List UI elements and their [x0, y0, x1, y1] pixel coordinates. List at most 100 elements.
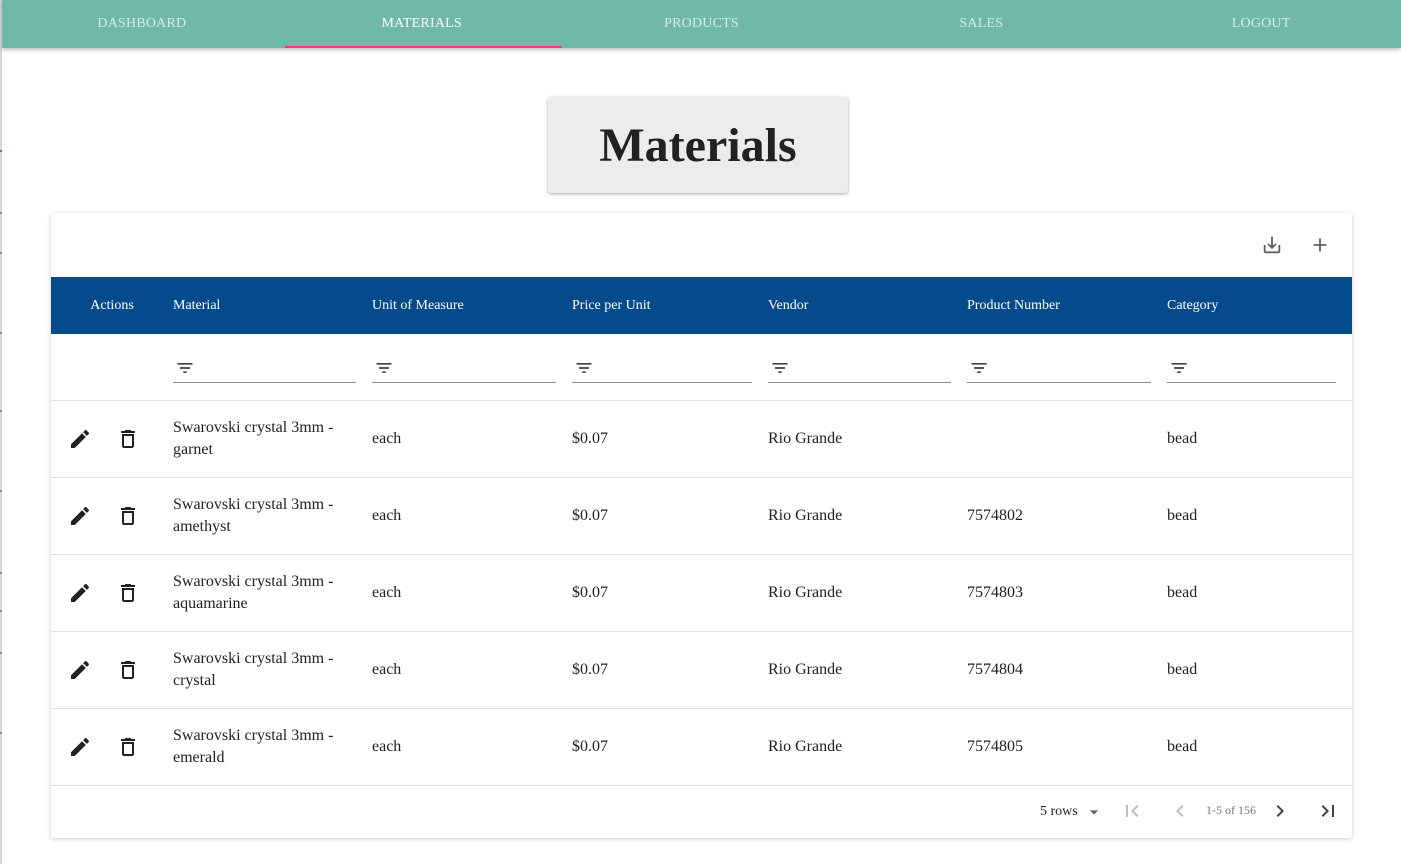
delete-button[interactable] — [115, 734, 141, 760]
materials-table-card: Actions Material Unit of Measure Price p… — [51, 213, 1352, 838]
table-pagination: 5 rows 1-5 of 156 — [51, 784, 1352, 838]
edit-button[interactable] — [67, 503, 93, 529]
materials-table: Actions Material Unit of Measure Price p… — [51, 277, 1352, 786]
filter-category-input[interactable] — [1195, 356, 1336, 382]
delete-button[interactable] — [115, 657, 141, 683]
top-nav: DASHBOARD MATERIALS PRODUCTS SALES LOGOU… — [2, 0, 1401, 48]
filter-material[interactable] — [173, 356, 356, 383]
add-icon — [1313, 238, 1327, 252]
cell-product-number: 7574803 — [967, 583, 1023, 601]
cell-product-number: 7574805 — [967, 737, 1023, 755]
pencil-icon — [71, 660, 90, 679]
tab-logout[interactable]: LOGOUT — [1121, 0, 1401, 48]
filter-product-number[interactable] — [967, 356, 1151, 383]
cell-vendor: Rio Grande — [768, 737, 843, 755]
edit-button[interactable] — [67, 657, 93, 683]
column-header-category[interactable]: Category — [1167, 277, 1352, 334]
edit-button[interactable] — [67, 426, 93, 452]
filter-price[interactable] — [572, 356, 752, 383]
cell-vendor: Rio Grande — [768, 506, 843, 524]
filter-row — [51, 334, 1352, 400]
filter-material-input[interactable] — [201, 356, 356, 382]
tab-products[interactable]: PRODUCTS — [562, 0, 842, 48]
cell-category: bead — [1167, 737, 1198, 755]
column-header-material[interactable]: Material — [173, 277, 372, 334]
filter-icon — [376, 363, 392, 373]
cell-category: bead — [1167, 660, 1198, 678]
tab-sales[interactable]: SALES — [841, 0, 1121, 48]
filter-price-input[interactable] — [600, 356, 752, 382]
trash-icon — [121, 737, 135, 756]
filter-product-number-input[interactable] — [995, 356, 1151, 382]
cell-material: Swarovski crystal 3mm - emerald — [173, 726, 334, 766]
table-row: Swarovski crystal 3mm - aquamarine each … — [51, 554, 1352, 631]
cell-price: $0.07 — [572, 737, 608, 755]
cell-unit: each — [372, 660, 402, 678]
cell-vendor: Rio Grande — [768, 660, 843, 678]
rows-per-page-select[interactable]: 5 rows — [1040, 800, 1104, 824]
filter-unit[interactable] — [372, 356, 556, 383]
dropdown-arrow-icon — [1089, 810, 1098, 815]
add-material-button[interactable] — [1304, 229, 1336, 261]
filter-vendor[interactable] — [768, 356, 951, 383]
cell-product-number — [967, 400, 1167, 477]
tab-dashboard[interactable]: DASHBOARD — [2, 0, 282, 48]
cell-price: $0.07 — [572, 429, 608, 447]
cell-material: Swarovski crystal 3mm - garnet — [173, 418, 334, 458]
pencil-icon — [71, 737, 90, 756]
last-page-button[interactable] — [1314, 797, 1342, 825]
next-page-button[interactable] — [1266, 797, 1294, 825]
filter-icon — [772, 363, 788, 373]
previous-page-button[interactable] — [1166, 797, 1194, 825]
cell-unit: each — [372, 583, 402, 601]
cell-unit: each — [372, 506, 402, 524]
cell-category: bead — [1167, 506, 1198, 524]
left-window-edge — [0, 0, 2, 864]
cell-category: bead — [1167, 583, 1198, 601]
first-page-icon — [1126, 805, 1139, 817]
table-row: Swarovski crystal 3mm - amethyst each $0… — [51, 477, 1352, 554]
cell-product-number: 7574804 — [967, 660, 1023, 678]
delete-button[interactable] — [115, 580, 141, 606]
filter-icon — [576, 363, 592, 373]
column-header-vendor[interactable]: Vendor — [768, 277, 967, 334]
filter-icon — [971, 363, 987, 373]
cell-unit: each — [372, 429, 402, 447]
page-title: Materials — [599, 118, 797, 172]
filter-unit-input[interactable] — [400, 356, 556, 382]
cell-vendor: Rio Grande — [768, 429, 843, 447]
pencil-icon — [71, 583, 90, 602]
edit-button[interactable] — [67, 580, 93, 606]
column-header-product-number[interactable]: Product Number — [967, 277, 1167, 334]
chevron-right-icon — [1276, 805, 1284, 817]
table-row: Swarovski crystal 3mm - garnet each $0.0… — [51, 400, 1352, 477]
trash-icon — [121, 583, 135, 602]
rows-per-page-value: 5 rows — [1040, 804, 1078, 819]
table-toolbar — [51, 213, 1352, 277]
filter-vendor-input[interactable] — [796, 356, 951, 382]
export-button[interactable] — [1256, 229, 1288, 261]
cell-material: Swarovski crystal 3mm - crystal — [173, 649, 334, 689]
edit-button[interactable] — [67, 734, 93, 760]
tab-materials[interactable]: MATERIALS — [282, 0, 562, 48]
column-header-price[interactable]: Price per Unit — [572, 277, 768, 334]
delete-button[interactable] — [115, 503, 141, 529]
page-info: 1-5 of 156 — [1206, 803, 1256, 817]
filter-category[interactable] — [1167, 356, 1336, 383]
first-page-button[interactable] — [1118, 797, 1146, 825]
cell-material: Swarovski crystal 3mm - amethyst — [173, 495, 334, 535]
page-title-box: Materials — [548, 97, 848, 193]
cell-category: bead — [1167, 429, 1198, 447]
column-header-actions: Actions — [90, 297, 134, 313]
cell-price: $0.07 — [572, 506, 608, 524]
table-header-row: Actions Material Unit of Measure Price p… — [51, 277, 1352, 334]
delete-button[interactable] — [115, 426, 141, 452]
table-row: Swarovski crystal 3mm - crystal each $0.… — [51, 631, 1352, 708]
filter-icon — [1171, 363, 1187, 373]
column-header-unit[interactable]: Unit of Measure — [372, 277, 572, 334]
cell-material: Swarovski crystal 3mm - aquamarine — [173, 572, 334, 612]
trash-icon — [121, 660, 135, 679]
cell-price: $0.07 — [572, 583, 608, 601]
cell-unit: each — [372, 737, 402, 755]
cell-vendor: Rio Grande — [768, 583, 843, 601]
